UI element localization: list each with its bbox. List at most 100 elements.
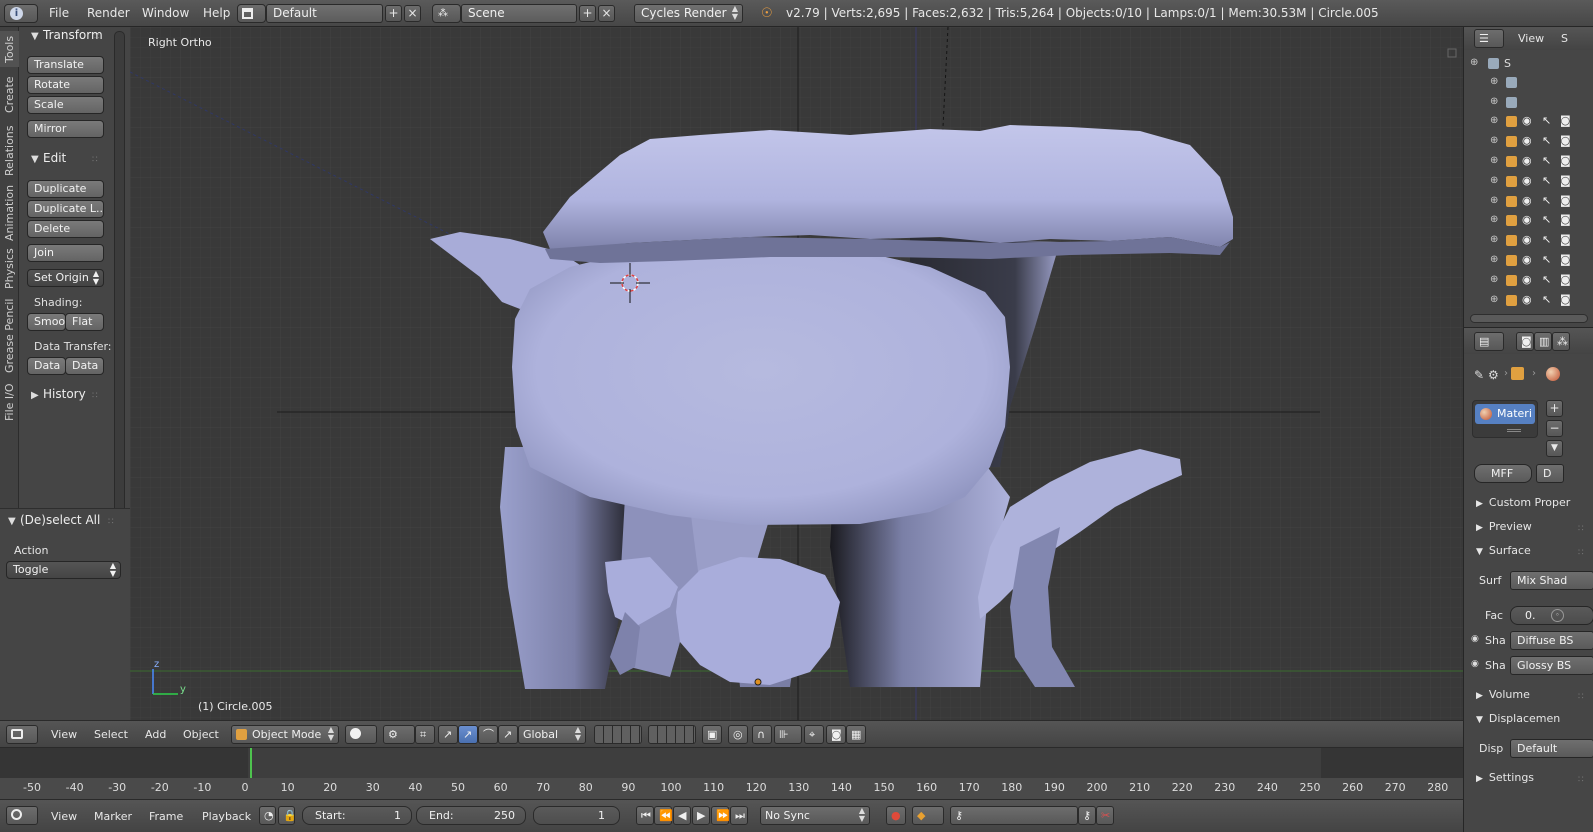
menu-file[interactable]: File (49, 4, 69, 23)
render-camera-icon[interactable]: ◙ (1560, 134, 1571, 147)
tab-animation[interactable]: Animation (0, 183, 19, 243)
jump-start-button[interactable]: ⏮ (636, 806, 654, 825)
panel-grip-icon[interactable]: ∷ (94, 32, 101, 42)
panel-displacement[interactable]: ▼ Displacemen (1476, 712, 1560, 725)
viewport-canvas[interactable] (130, 27, 1463, 720)
delete-button[interactable]: Delete (27, 220, 104, 238)
expand-icon[interactable]: ⊕ (1490, 155, 1498, 166)
expand-icon[interactable]: ⊕ (1490, 274, 1498, 285)
menu-frame[interactable]: Frame (149, 807, 183, 826)
interaction-mode-dropdown[interactable]: Object Mode ▲ ▼ (231, 725, 339, 744)
menu-view[interactable]: View (1518, 32, 1544, 45)
outliner-row[interactable]: ⊕ ◉ ↖ ◙ (1464, 153, 1593, 173)
action-dropdown[interactable]: Toggle ▲ ▼ (6, 561, 121, 579)
selectable-cursor-icon[interactable]: ↖ (1542, 174, 1551, 187)
visibility-eye-icon[interactable]: ◉ (1522, 233, 1532, 246)
menu-view[interactable]: View (51, 807, 77, 826)
auto-keying-button[interactable]: ● (886, 806, 906, 825)
remove-scene-button[interactable]: × (598, 5, 615, 22)
selectable-cursor-icon[interactable]: ↖ (1542, 114, 1551, 127)
tab-relations[interactable]: Relations (0, 122, 19, 180)
visibility-eye-icon[interactable]: ◉ (1522, 194, 1532, 207)
tab-tools[interactable]: Tools (0, 31, 19, 67)
current-frame-line[interactable] (250, 748, 252, 778)
outliner-scrollbar[interactable] (1470, 314, 1588, 323)
use-preview-range-button[interactable]: ◔ (259, 806, 276, 825)
visibility-eye-icon[interactable]: ◉ (1522, 134, 1532, 147)
tab-create[interactable]: Create (0, 71, 19, 119)
socket-link-icon[interactable]: ◦ (1551, 609, 1564, 622)
sync-mode-dropdown[interactable]: No Sync ▲ ▼ (760, 806, 870, 825)
render-camera-icon[interactable]: ◙ (1560, 154, 1571, 167)
scale-manipulator-button[interactable]: ⌒ (478, 725, 498, 744)
expand-icon[interactable]: ⊕ (1490, 214, 1498, 225)
expand-icon[interactable]: ⊕ (1490, 195, 1498, 206)
visibility-eye-icon[interactable]: ◉ (1522, 174, 1532, 187)
visibility-eye-icon[interactable]: ◉ (1522, 114, 1532, 127)
socket-expand-icon[interactable]: ◉ (1471, 634, 1479, 644)
rotate-button[interactable]: Rotate (27, 76, 104, 94)
properties-editor[interactable]: ▤ ◙ ▥ ⁂ ✎ ⚙ › › Materi + − ▼ MFF D ▶ Cust… (1463, 327, 1593, 832)
redo-panel-header[interactable]: ▼ (De)select All (8, 513, 100, 527)
panel-grip-icon[interactable]: ∷ (1578, 524, 1585, 534)
selectable-cursor-icon[interactable]: ↖ (1542, 273, 1551, 286)
visibility-eye-icon[interactable]: ◉ (1522, 253, 1532, 266)
panel-transform-header[interactable]: ▼ Transform (31, 28, 103, 42)
menu-window[interactable]: Window (142, 4, 189, 23)
selectable-cursor-icon[interactable]: ↖ (1542, 194, 1551, 207)
lock-frame-range-button[interactable]: 🔒 (278, 806, 297, 825)
proportional-edit-button[interactable]: ◎ (728, 725, 748, 744)
tab-physics[interactable]: Physics (0, 246, 19, 292)
list-resize-grip-icon[interactable] (1507, 429, 1521, 432)
3d-viewport[interactable]: Right Ortho (1) Circle.005 z y (130, 27, 1463, 720)
add-layout-button[interactable]: + (385, 5, 402, 22)
add-scene-button[interactable]: + (579, 5, 596, 22)
outliner-row[interactable]: ⊕ ◉ ↖ ◙ (1464, 232, 1593, 252)
outliner-row[interactable]: ⊕ ◉ ↖ ◙ (1464, 133, 1593, 153)
shade-flat-button[interactable]: Flat (65, 313, 104, 331)
visibility-eye-icon[interactable]: ◉ (1522, 154, 1532, 167)
panel-surface[interactable]: ▼ Surface (1476, 544, 1531, 557)
lock-camera-layers-button[interactable]: ▣ (702, 725, 722, 744)
selectable-cursor-icon[interactable]: ↖ (1542, 293, 1551, 306)
active-keying-set-field[interactable]: ⚷ (950, 806, 1078, 825)
expand-icon[interactable]: ⊕ (1490, 135, 1498, 146)
fac-field[interactable]: 0. ◦ (1510, 606, 1593, 625)
editor-type-button[interactable]: ▤ (1474, 332, 1504, 351)
panel-grip-icon[interactable]: ∷ (108, 517, 115, 527)
join-button[interactable]: Join (27, 244, 104, 262)
material-specials-button[interactable]: ▼ (1546, 440, 1563, 457)
selectable-cursor-icon[interactable]: ↖ (1542, 213, 1551, 226)
translate-button[interactable]: Translate (27, 56, 104, 74)
transform-orientation-dropdown[interactable]: Global ▲ ▼ (518, 725, 586, 744)
render-camera-icon[interactable]: ◙ (1560, 273, 1571, 286)
scene-context-button[interactable]: ⁂ (1552, 332, 1570, 351)
duplicate-button[interactable]: Duplicate (27, 180, 104, 198)
scene-icon-button[interactable]: ⁂ (432, 4, 461, 23)
expand-icon[interactable]: ⊕ (1470, 57, 1478, 68)
editor-type-button[interactable] (6, 806, 38, 825)
snap-element-dropdown[interactable]: ⊪ (774, 725, 802, 744)
outliner-row[interactable]: ⊕ (1464, 94, 1593, 114)
selectable-cursor-icon[interactable]: ↖ (1542, 253, 1551, 266)
panel-preview[interactable]: ▶ Preview (1476, 520, 1532, 533)
menu-help[interactable]: Help (203, 4, 230, 23)
selectable-cursor-icon[interactable]: ↖ (1542, 233, 1551, 246)
outliner-row[interactable]: ⊕ S (1464, 55, 1593, 75)
render-camera-icon[interactable]: ◙ (1560, 114, 1571, 127)
material-slot-list[interactable]: Materi (1472, 400, 1538, 438)
panel-grip-icon[interactable]: ∷ (92, 391, 99, 401)
material-slot-item[interactable]: Materi (1475, 404, 1535, 424)
outliner-row[interactable]: ⊕ ◉ ↖ ◙ (1464, 292, 1593, 312)
timeline-ruler[interactable]: -50 -40 -30 -20 -10 0 10 20 30 40 50 60 70 80 90 100 110… (0, 778, 1463, 799)
render-engine-dropdown[interactable]: Cycles Render ▲ ▼ (634, 4, 743, 23)
shader1-field[interactable]: Diffuse BS (1510, 631, 1593, 650)
data-transfer-button[interactable]: Data (27, 357, 66, 375)
toolshelf-scrollbar[interactable] (114, 31, 125, 513)
expand-icon[interactable]: ⊕ (1490, 76, 1498, 87)
mirror-button[interactable]: Mirror (27, 120, 104, 138)
material-link-dropdown[interactable]: D (1536, 464, 1564, 483)
start-frame-field[interactable]: Start: 1 (302, 806, 412, 825)
visibility-eye-icon[interactable]: ◉ (1522, 213, 1532, 226)
expand-icon[interactable]: ⊕ (1490, 254, 1498, 265)
